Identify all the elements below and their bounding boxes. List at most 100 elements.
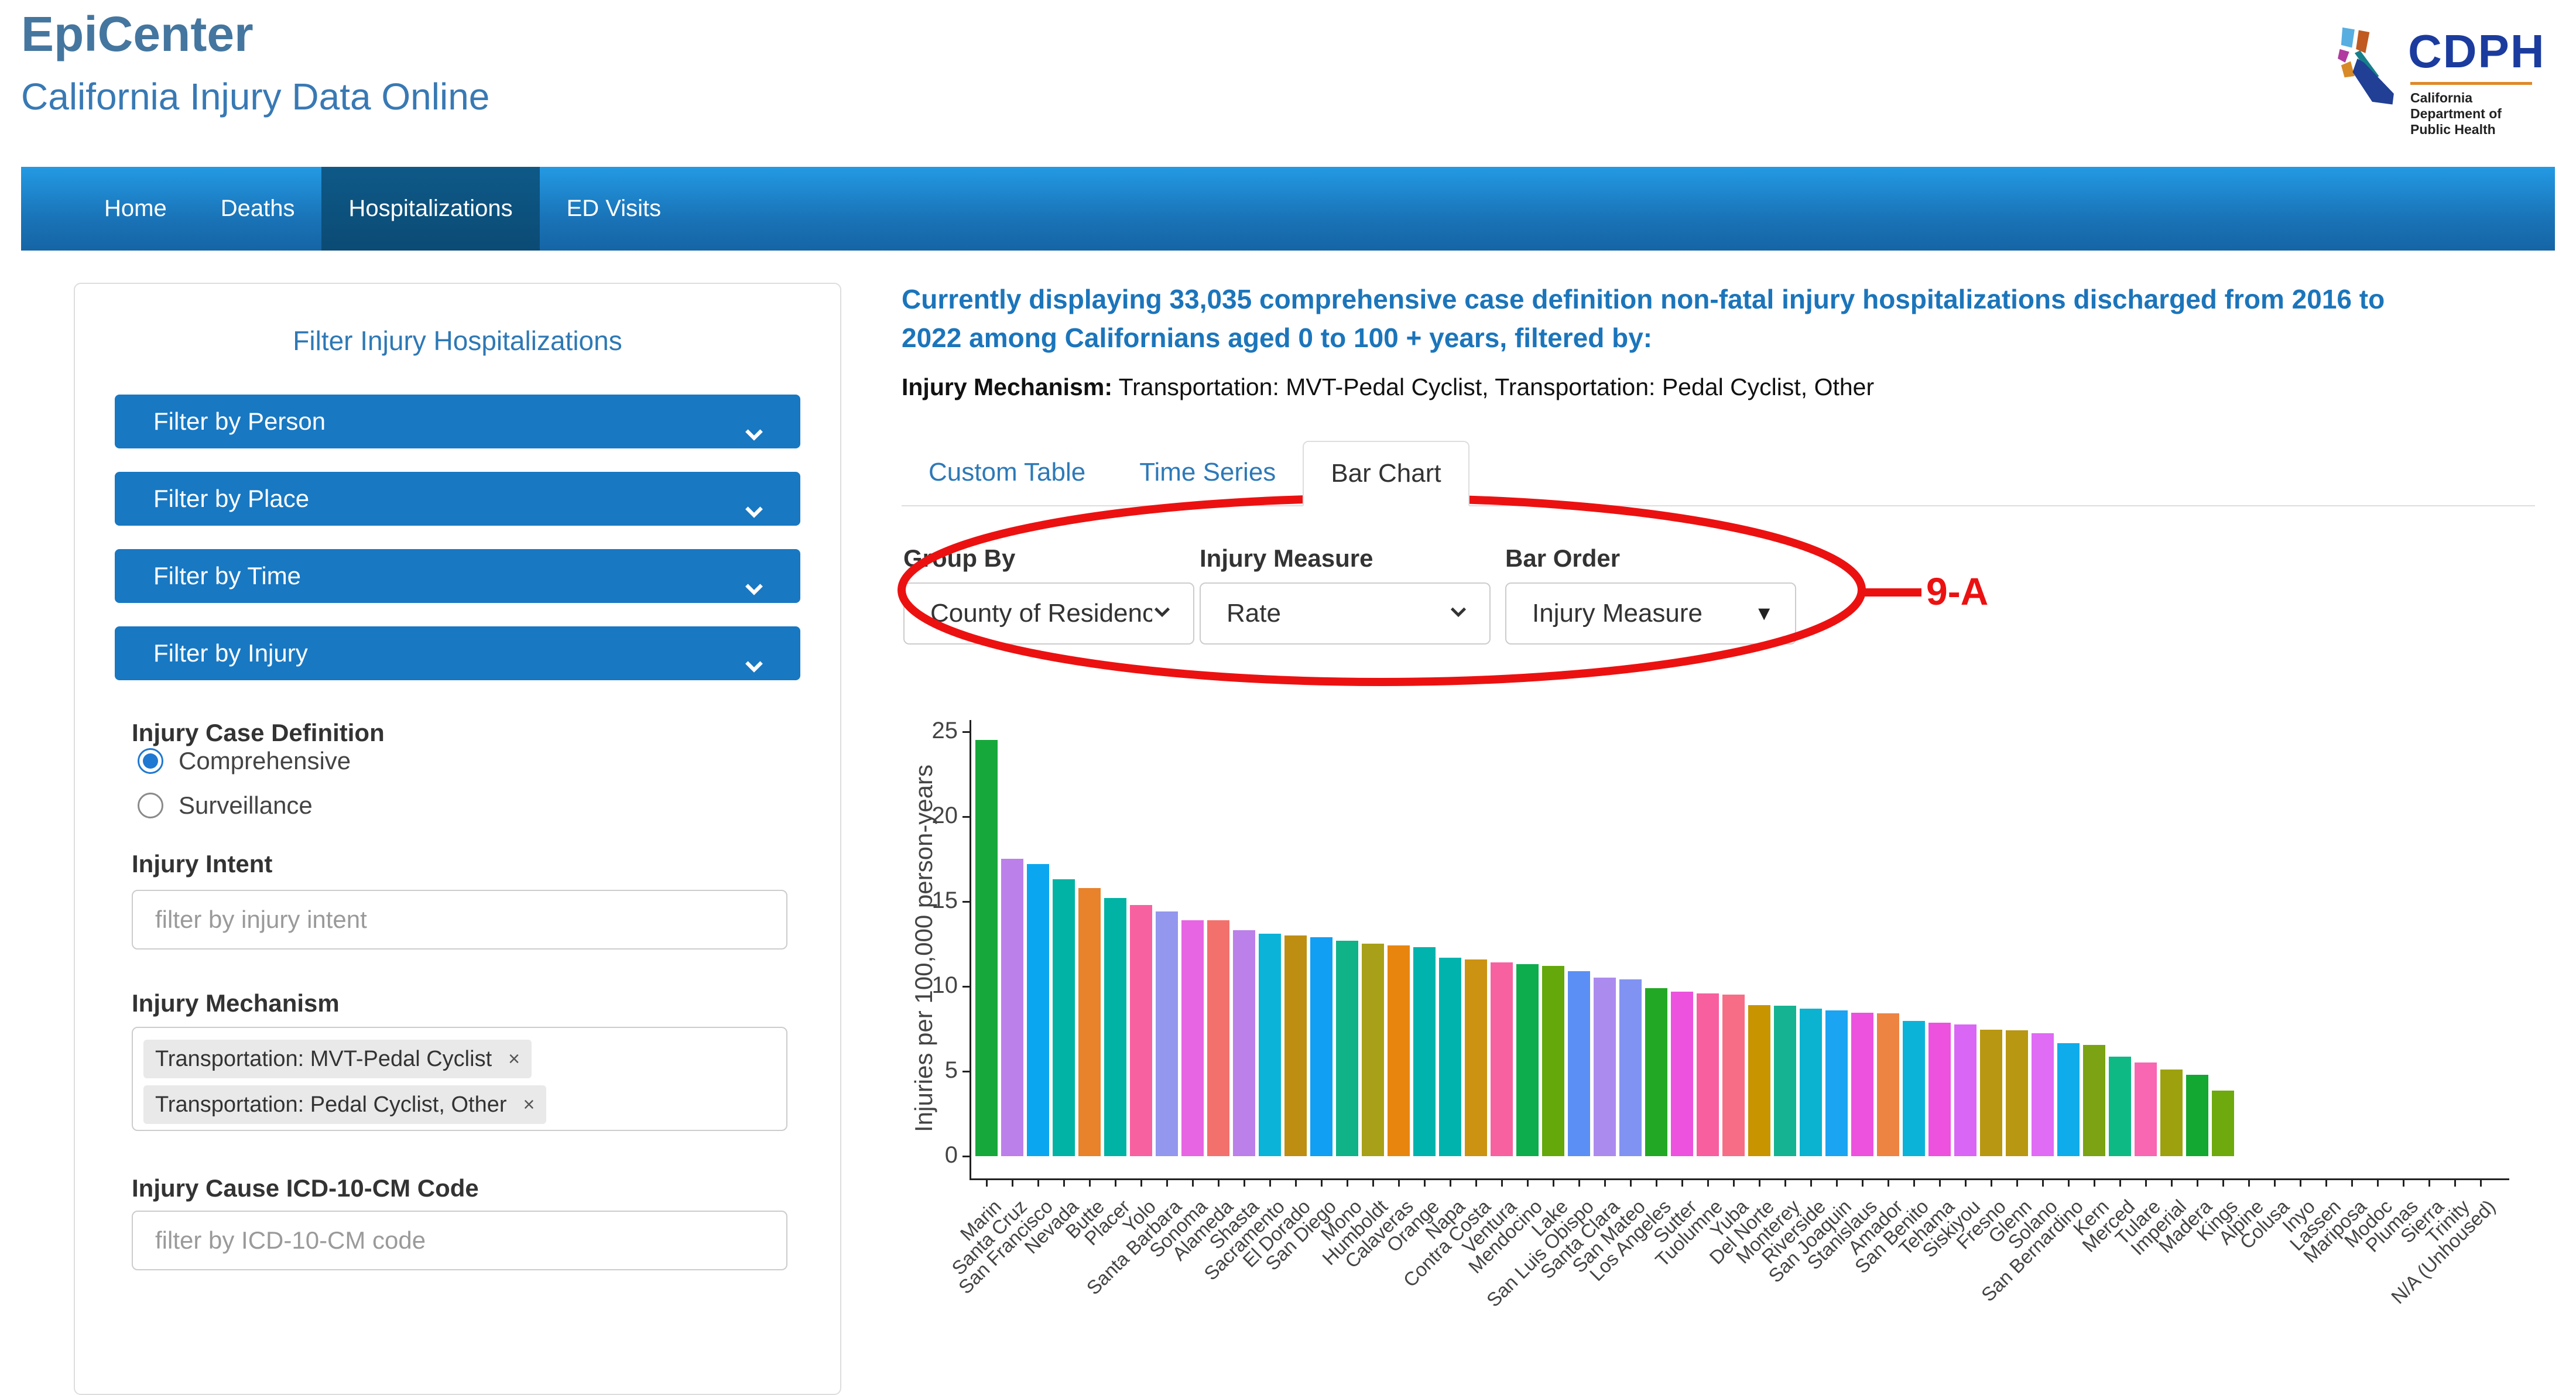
bar-nevada[interactable] (1053, 879, 1075, 1156)
bar-orange[interactable] (1413, 947, 1436, 1156)
bar-san-luis-obispo[interactable] (1568, 971, 1590, 1156)
group-by-select[interactable]: County of Residence (903, 582, 1194, 645)
x-tick (2480, 1178, 2482, 1187)
bar-imperial[interactable] (2160, 1070, 2183, 1156)
radio-comprehensive-icon[interactable] (138, 748, 163, 774)
x-tick (1244, 1178, 1245, 1187)
x-tick (1424, 1178, 1426, 1187)
bar-solano[interactable] (2032, 1033, 2054, 1156)
bar-siskiyou[interactable] (1954, 1024, 1976, 1156)
chevron-down-icon (743, 565, 765, 587)
radio-option-comprehensive[interactable]: Comprehensive (138, 745, 351, 777)
bar-monterey[interactable] (1774, 1006, 1796, 1156)
x-tick (1913, 1178, 1915, 1187)
icd-code-input[interactable] (132, 1211, 787, 1270)
bar-santa-cruz[interactable] (1001, 859, 1023, 1156)
bar-tuolumne[interactable] (1697, 993, 1719, 1156)
bar-yuba[interactable] (1722, 995, 1745, 1156)
case-definition-label: Injury Case Definition (132, 719, 385, 747)
app-subtitle: California Injury Data Online (21, 75, 489, 118)
x-tick (1295, 1178, 1297, 1187)
bar-glenn[interactable] (2006, 1030, 2028, 1156)
nav-item-home[interactable]: Home (77, 167, 194, 251)
x-tick (1166, 1178, 1168, 1187)
nav-item-hospitalizations[interactable]: Hospitalizations (321, 167, 539, 251)
bar-san-benito[interactable] (1903, 1021, 1925, 1156)
bar-order-label: Bar Order (1505, 544, 1620, 573)
accordion-label: Filter by Person (153, 395, 326, 448)
bar-butte[interactable] (1078, 888, 1101, 1156)
injury-intent-input[interactable] (132, 890, 787, 950)
y-tick-label: 15 (911, 887, 958, 914)
bar-alameda[interactable] (1207, 920, 1229, 1156)
bar-mono[interactable] (1336, 941, 1358, 1156)
x-tick (2351, 1178, 2353, 1187)
bar-san-diego[interactable] (1310, 937, 1332, 1156)
x-tick (1681, 1178, 1683, 1187)
bar-sutter[interactable] (1671, 992, 1693, 1156)
accordion-label: Filter by Place (153, 472, 309, 526)
bar-riverside[interactable] (1800, 1009, 1822, 1156)
mechanism-tag-transportation-pedal-cyclist-other: Transportation: Pedal Cyclist, Other× (143, 1085, 546, 1124)
annotation-label: 9-A (1926, 569, 1988, 613)
bar-merced[interactable] (2109, 1057, 2131, 1156)
chevron-down-icon (743, 410, 765, 433)
injury-measure-select[interactable]: Rate (1200, 582, 1491, 645)
bar-tulare[interactable] (2135, 1062, 2157, 1156)
bar-fresno[interactable] (1980, 1030, 2002, 1156)
bar-lake[interactable] (1542, 966, 1564, 1156)
bar-contra-costa[interactable] (1465, 959, 1487, 1156)
bar-santa-barbara[interactable] (1156, 911, 1178, 1156)
y-axis-line (970, 720, 971, 1180)
accordion-filter-by-injury[interactable]: Filter by Injury (115, 626, 800, 680)
bar-amador[interactable] (1877, 1013, 1899, 1156)
bar-marin[interactable] (975, 740, 998, 1156)
x-tick (2119, 1178, 2121, 1187)
bar-order-select[interactable]: Injury Measure▼ (1505, 582, 1796, 645)
bar-santa-clara[interactable] (1594, 978, 1616, 1156)
bar-calaveras[interactable] (1388, 945, 1410, 1156)
bar-mendocino[interactable] (1516, 964, 1539, 1156)
x-tick (2454, 1178, 2456, 1187)
radio-surveillance-icon[interactable] (138, 793, 163, 818)
tab-time-series[interactable]: Time Series (1112, 441, 1303, 506)
remove-tag-icon[interactable]: × (508, 1040, 520, 1078)
x-tick (986, 1178, 988, 1187)
nav-item-deaths[interactable]: Deaths (194, 167, 322, 251)
tab-custom-table[interactable]: Custom Table (902, 441, 1112, 506)
bar-napa[interactable] (1439, 958, 1461, 1156)
bar-san-francisco[interactable] (1027, 864, 1049, 1156)
bar-shasta[interactable] (1233, 930, 1255, 1156)
x-tick (2274, 1178, 2276, 1187)
bar-san-bernardino[interactable] (2057, 1043, 2080, 1156)
x-tick (1991, 1178, 1992, 1187)
bar-ventura[interactable] (1491, 962, 1513, 1156)
y-tick-label: 5 (911, 1057, 958, 1084)
bar-madera[interactable] (2186, 1075, 2208, 1156)
bar-stanislaus[interactable] (1851, 1013, 1873, 1156)
radio-option-surveillance[interactable]: Surveillance (138, 789, 313, 822)
bar-yolo[interactable] (1130, 905, 1152, 1156)
nav-item-ed-visits[interactable]: ED Visits (540, 167, 688, 251)
bar-san-joaquin[interactable] (1825, 1010, 1848, 1156)
x-tick (2042, 1178, 2044, 1187)
accordion-filter-by-person[interactable]: Filter by Person (115, 395, 800, 448)
remove-tag-icon[interactable]: × (523, 1085, 535, 1124)
bar-kern[interactable] (2083, 1045, 2105, 1156)
bar-san-mateo[interactable] (1619, 979, 1642, 1156)
bar-los-angeles[interactable] (1645, 988, 1667, 1156)
injury-mechanism-multiselect[interactable]: Transportation: MVT-Pedal Cyclist×Transp… (132, 1027, 787, 1131)
bar-sonoma[interactable] (1181, 920, 1204, 1156)
bar-humboldt[interactable] (1362, 944, 1384, 1156)
bar-el-dorado[interactable] (1284, 935, 1307, 1156)
y-tick (962, 901, 970, 903)
bar-kings[interactable] (2212, 1091, 2234, 1156)
accordion-filter-by-time[interactable]: Filter by Time (115, 549, 800, 603)
accordion-filter-by-place[interactable]: Filter by Place (115, 472, 800, 526)
x-tick (1527, 1178, 1529, 1187)
bar-tehama[interactable] (1928, 1023, 1951, 1156)
bar-placer[interactable] (1104, 898, 1126, 1156)
bar-sacramento[interactable] (1259, 934, 1281, 1156)
bar-del-norte[interactable] (1748, 1005, 1770, 1156)
tab-bar-chart[interactable]: Bar Chart (1303, 441, 1469, 506)
